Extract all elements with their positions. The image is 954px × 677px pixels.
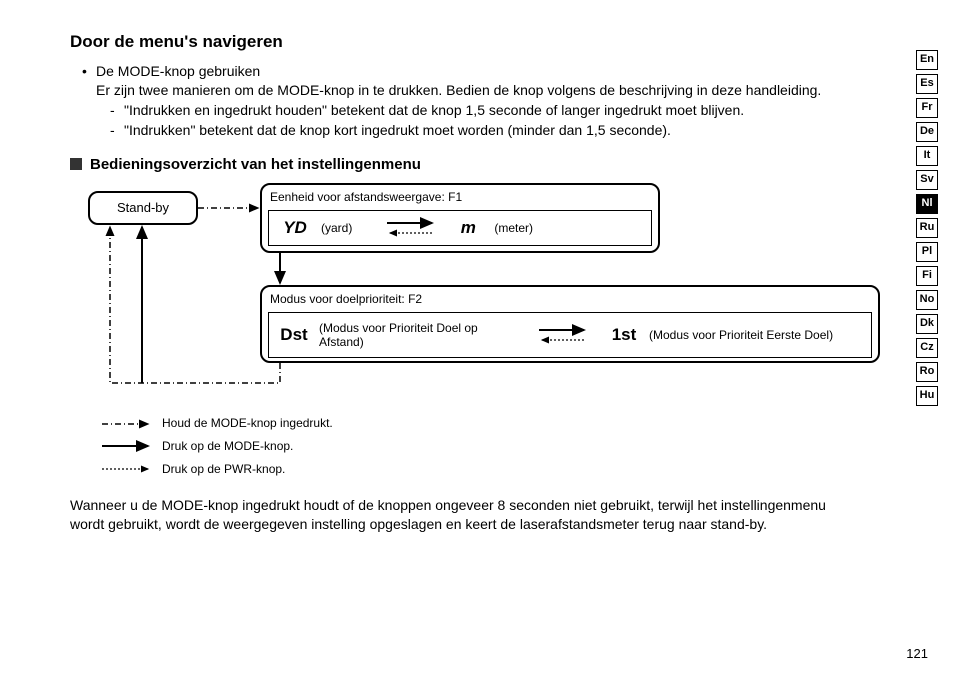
- lang-de[interactable]: De: [916, 122, 938, 142]
- sub-item: "Indrukken" betekent dat de knop kort in…: [110, 121, 844, 141]
- standby-label: Stand-by: [117, 199, 169, 217]
- lang-es[interactable]: Es: [916, 74, 938, 94]
- bullet-body: Er zijn twee manieren om de MODE-knop in…: [96, 82, 821, 98]
- lang-fi[interactable]: Fi: [916, 266, 938, 286]
- bidir-arrow-icon: [382, 211, 442, 245]
- dst-symbol: Dst: [269, 323, 319, 347]
- section-title-text: Bedieningsoverzicht van het instellingen…: [90, 156, 421, 173]
- f2-row: Dst (Modus voor Prioriteit Doel op Afsta…: [268, 312, 872, 358]
- square-icon: [70, 158, 82, 170]
- f2-dst-cell: Dst (Modus voor Prioriteit Doel op Afsta…: [269, 313, 529, 357]
- f1-arrows: [382, 211, 442, 245]
- lang-no[interactable]: No: [916, 290, 938, 310]
- dashdot-arrow-icon: [100, 418, 152, 430]
- page-number: 121: [906, 645, 928, 663]
- legend-pwr-text: Druk op de PWR-knop.: [162, 461, 285, 478]
- page-title: Door de menu's navigeren: [70, 30, 894, 54]
- m-label: (meter): [494, 220, 533, 237]
- solid-arrow-icon: [100, 440, 152, 452]
- legend-mode-text: Druk op de MODE-knop.: [162, 438, 293, 455]
- legend-row-pwr: Druk op de PWR-knop.: [100, 461, 894, 478]
- standby-box: Stand-by: [88, 191, 198, 225]
- language-sidebar: En Es Fr De It Sv Nl Ru Pl Fi No Dk Cz Ro Hu: [916, 50, 938, 406]
- yd-symbol: YD: [269, 216, 321, 240]
- f2-title: Modus voor doelprioriteit: F2: [270, 291, 872, 308]
- first-label: (Modus voor Prioriteit Eerste Doel): [649, 328, 833, 342]
- bullet-list: De MODE-knop gebruiken Er zijn twee mani…: [82, 62, 894, 140]
- dst-label: (Modus voor Prioriteit Doel op Afstand): [319, 321, 509, 350]
- bidir-arrow-icon: [534, 318, 594, 352]
- lang-pl[interactable]: Pl: [916, 242, 938, 262]
- bottom-paragraph: Wanneer u de MODE-knop ingedrukt houdt o…: [70, 496, 894, 535]
- f2-1st-cell: 1st (Modus voor Prioriteit Eerste Doel): [599, 313, 871, 357]
- dotted-arrow-icon: [100, 463, 152, 475]
- m-symbol: m: [442, 216, 494, 240]
- bullet-item: De MODE-knop gebruiken Er zijn twee mani…: [82, 62, 894, 140]
- lang-fr[interactable]: Fr: [916, 98, 938, 118]
- flow-diagram: Stand-by Eenheid voor afstandsweergave: …: [80, 183, 894, 403]
- lang-en[interactable]: En: [916, 50, 938, 70]
- yd-label: (yard): [321, 220, 352, 237]
- f2-arrows: [529, 313, 599, 357]
- lang-it[interactable]: It: [916, 146, 938, 166]
- f2-group: Modus voor doelprioriteit: F2 Dst (Modus…: [260, 285, 880, 363]
- legend-row-hold: Houd de MODE-knop ingedrukt.: [100, 415, 894, 432]
- sub-list: "Indrukken en ingedrukt houden" betekent…: [96, 101, 844, 140]
- first-symbol: 1st: [599, 323, 649, 347]
- lang-cz[interactable]: Cz: [916, 338, 938, 358]
- bullet-head: De MODE-knop gebruiken: [96, 63, 260, 79]
- lang-ro[interactable]: Ro: [916, 362, 938, 382]
- page: En Es Fr De It Sv Nl Ru Pl Fi No Dk Cz Ro Hu Door de m…: [0, 0, 954, 677]
- f1-group: Eenheid voor afstandsweergave: F1 YD (ya…: [260, 183, 660, 253]
- sub-item: "Indrukken en ingedrukt houden" betekent…: [110, 101, 844, 121]
- legend-hold-text: Houd de MODE-knop ingedrukt.: [162, 415, 333, 432]
- f1-title: Eenheid voor afstandsweergave: F1: [270, 189, 652, 206]
- lang-sv[interactable]: Sv: [916, 170, 938, 190]
- lang-dk[interactable]: Dk: [916, 314, 938, 334]
- lang-hu[interactable]: Hu: [916, 386, 938, 406]
- lang-nl[interactable]: Nl: [916, 194, 938, 214]
- section-heading: Bedieningsoverzicht van het instellingen…: [70, 154, 894, 175]
- legend-row-mode: Druk op de MODE-knop.: [100, 438, 894, 455]
- lang-ru[interactable]: Ru: [916, 218, 938, 238]
- f1-row: YD (yard) m (meter): [268, 210, 652, 246]
- legend: Houd de MODE-knop ingedrukt. Druk op de …: [100, 415, 894, 477]
